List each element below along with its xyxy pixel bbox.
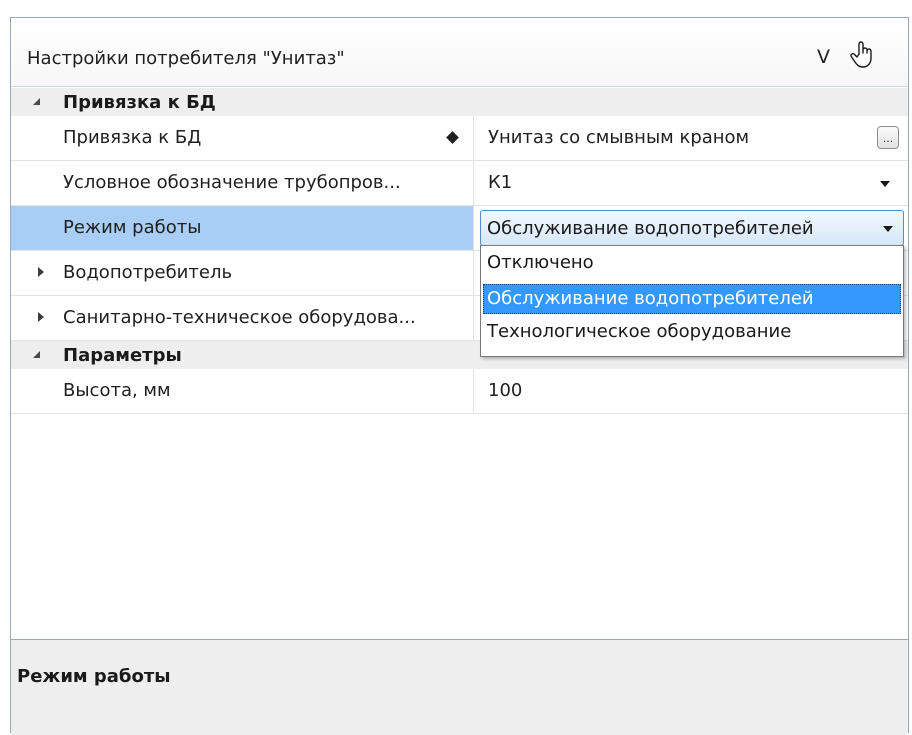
diamond-icon [446, 131, 459, 144]
mode-dropdown-list: Отключено Обслуживание водопотребителей … [480, 245, 904, 357]
dropdown-arrow-icon[interactable] [880, 181, 890, 187]
option-label: Технологическое оборудование [487, 321, 792, 342]
option-label: Отключено [487, 252, 594, 273]
category-label: Параметры [63, 345, 182, 366]
hand-pointer-icon[interactable] [850, 40, 876, 70]
category-label: Привязка к БД [63, 92, 216, 113]
name-cell: Водопотребитель [11, 251, 474, 295]
name-cell: Условное обозначение трубопров... [11, 161, 474, 205]
property-name: Режим работы [63, 217, 202, 238]
property-value: Унитаз со смывным краном [488, 127, 750, 148]
expand-arrow-icon[interactable] [38, 312, 44, 322]
collapse-triangle-icon[interactable] [33, 351, 40, 358]
property-name: Санитарно-техническое оборудова... [63, 307, 416, 328]
name-cell: Санитарно-техническое оборудова... [11, 296, 474, 340]
row-db-binding[interactable]: Привязка к БД Унитаз со смывным краном .… [11, 116, 908, 161]
category-db-binding[interactable]: Привязка к БД [11, 88, 908, 116]
mode-combobox[interactable]: Обслуживание водопотребителей [480, 210, 904, 246]
description-title: Режим работы [17, 666, 171, 687]
panel-header: Настройки потребителя "Унитаз" V [11, 18, 908, 87]
property-panel: Настройки потребителя "Унитаз" V Привязк… [10, 17, 909, 735]
collapse-triangle-icon[interactable] [33, 98, 40, 105]
dropdown-option[interactable]: Отключено [483, 248, 901, 278]
dropdown-arrow-icon[interactable] [883, 226, 893, 232]
name-cell: Высота, мм [11, 369, 474, 413]
v-button[interactable]: V [817, 46, 830, 68]
property-name: Условное обозначение трубопров... [63, 172, 401, 193]
dropdown-option[interactable]: Технологическое оборудование [483, 317, 901, 347]
property-name: Привязка к БД [63, 127, 202, 148]
panel-title: Настройки потребителя "Унитаз" [27, 48, 345, 69]
dropdown-option-selected[interactable]: Обслуживание водопотребителей [483, 284, 901, 314]
row-height[interactable]: Высота, мм 100 [11, 369, 908, 414]
combobox-value: Обслуживание водопотребителей [487, 218, 814, 239]
property-name: Высота, мм [63, 380, 171, 401]
expand-arrow-icon[interactable] [38, 267, 44, 277]
browse-button[interactable]: ... [877, 126, 899, 149]
name-cell: Привязка к БД [11, 116, 474, 160]
property-name: Водопотребитель [63, 262, 233, 283]
option-label: Обслуживание водопотребителей [487, 288, 814, 309]
description-pane: Режим работы [11, 639, 908, 735]
row-pipe-symbol[interactable]: Условное обозначение трубопров... К1 [11, 161, 908, 206]
name-cell: Режим работы [11, 206, 474, 250]
property-value: К1 [488, 172, 513, 193]
property-value: 100 [488, 380, 523, 401]
